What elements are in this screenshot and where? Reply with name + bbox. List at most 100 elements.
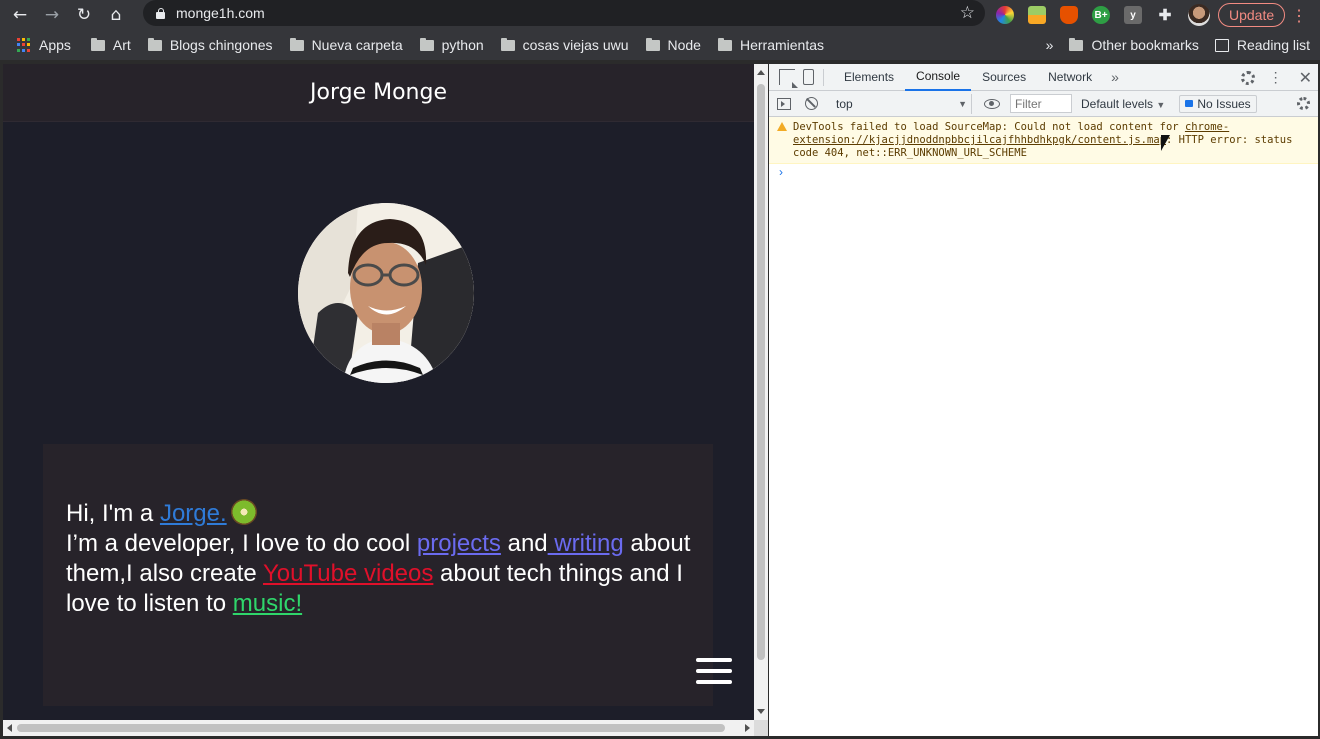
inspect-element-icon[interactable] [779,69,798,88]
notes-extension-icon[interactable] [1028,6,1046,24]
folder-icon [289,37,304,51]
warning-triangle-icon [777,122,787,131]
browser-menu-icon[interactable]: ⋮ [1291,6,1307,25]
folder-icon [500,37,515,51]
tab-label: Network [1048,70,1093,84]
tab-network[interactable]: Network [1037,64,1103,91]
console-sidebar-toggle-icon[interactable] [777,97,791,110]
scrollbar-corner [754,720,768,736]
intro-line2: I’m a developer, I love to do cool [66,530,417,557]
bookmark-herramientas[interactable]: Herramientas [717,37,824,53]
scroll-left-arrow-icon[interactable] [7,724,12,732]
url-text[interactable]: monge1h.com [176,5,265,21]
address-bar[interactable]: monge1h.com ☆ [143,0,985,26]
page-horizontal-scrollbar[interactable] [3,720,754,736]
issues-badge[interactable]: No Issues [1179,94,1257,113]
youtube-link[interactable]: YouTube videos [263,560,433,587]
reading-list-label: Reading list [1236,37,1310,53]
reading-list-icon [1214,38,1229,52]
devtools-menu-icon[interactable]: ⋮ [1269,69,1283,86]
bookmark-python[interactable]: python [419,37,484,53]
bookmark-apps[interactable]: Apps [17,37,71,53]
console-prompt[interactable]: › [769,164,1318,181]
chevron-down-icon: ▼ [1156,99,1166,110]
tab-label: Sources [982,70,1027,84]
hamburger-menu-icon[interactable] [696,658,732,684]
mouse-cursor-icon [1161,135,1170,151]
log-levels-label: Default levels [1081,96,1154,111]
scrollbar-thumb[interactable] [757,84,765,660]
folder-icon [147,37,162,51]
puzzle-extensions-icon[interactable]: ✚ [1156,6,1174,24]
profile-avatar[interactable] [1188,4,1210,26]
settings-gear-icon[interactable] [1240,70,1255,85]
reading-list-button[interactable]: Reading list [1199,37,1310,53]
console-filter-input[interactable] [1010,94,1072,113]
prompt-chevron-icon: › [779,165,783,179]
bookmark-label: python [441,37,484,53]
bookmark-star-icon[interactable]: ☆ [960,3,975,23]
extension-icons: B+ y ✚ Update ⋮ [996,3,1307,27]
color-extension-icon[interactable] [996,6,1014,24]
bookmark-label: Other bookmarks [1091,37,1199,53]
folder-icon [419,37,434,51]
update-button[interactable]: Update [1218,3,1286,27]
bookmarks-right: » Other bookmarks Reading list [1046,30,1310,60]
devtools-panel: Elements Console Sources Network » ⋮ ✕ t… [769,64,1318,736]
more-bookmarks-chevron-icon[interactable]: » [1046,37,1054,53]
bookmark-blogs-chingones[interactable]: Blogs chingones [147,37,273,53]
profile-photo-illustration [298,203,474,383]
bookmark-art[interactable]: Art [90,37,131,53]
intro-and: and [500,530,548,557]
page-vertical-scrollbar[interactable] [754,64,768,720]
metamask-fox-icon[interactable] [1060,6,1078,24]
context-value: top [836,96,853,111]
y-extension-icon[interactable]: y [1124,6,1142,24]
close-icon[interactable]: ✕ [1299,68,1312,88]
name-link[interactable]: Jorge. [160,500,227,527]
reload-icon[interactable]: ↻ [72,3,96,27]
profile-photo [298,203,474,383]
devtools-tab-bar: Elements Console Sources Network » ⋮ ✕ [769,64,1318,91]
bookmark-node[interactable]: Node [645,37,701,53]
folder-icon [717,37,732,51]
folder-icon [1069,37,1084,51]
scroll-up-arrow-icon[interactable] [757,70,765,75]
scroll-right-arrow-icon[interactable] [745,724,750,732]
site-header: Jorge Monge [3,64,754,122]
bookmark-other[interactable]: Other bookmarks [1069,37,1199,53]
log-levels-dropdown[interactable]: Default levels ▼ [1081,97,1165,111]
scrollbar-thumb[interactable] [17,724,725,732]
tab-elements[interactable]: Elements [833,64,905,91]
tab-console[interactable]: Console [905,64,972,91]
live-expression-eye-icon[interactable] [984,98,1000,109]
page-viewport: Jorge Monge Hi, I'm a Jorge. I’m a devel… [3,64,754,720]
folder-icon [645,37,660,51]
bookmark-label: Node [667,37,701,53]
clear-console-icon[interactable] [805,97,818,110]
more-tabs-chevron-icon[interactable]: » [1103,69,1127,85]
bookmark-label: Blogs chingones [169,37,273,53]
tab-sources[interactable]: Sources [971,64,1037,91]
bookmark-label: Art [112,37,131,53]
projects-link[interactable]: projects [417,530,501,557]
intro-text: Hi, I'm a Jorge. I’m a developer, I love… [66,494,696,619]
bookmark-cosas-viejas[interactable]: cosas viejas uwu [500,37,629,53]
music-link[interactable]: music! [233,590,302,617]
device-toolbar-icon[interactable] [803,69,814,85]
bookmark-label: Nueva carpeta [311,37,403,53]
apps-grid-icon [17,38,31,52]
forward-arrow-icon[interactable]: → [40,3,64,27]
writing-link[interactable]: writing [548,530,623,557]
browser-toolbar: ← → ↻ ⌂ monge1h.com ☆ B+ y ✚ Update ⋮ [0,0,1320,30]
bookmark-label: cosas viejas uwu [522,37,629,53]
console-settings-gear-icon[interactable] [1297,97,1310,110]
home-icon[interactable]: ⌂ [104,3,128,27]
site-title: Jorge Monge [310,80,447,105]
bplus-extension-icon[interactable]: B+ [1092,6,1110,24]
back-arrow-icon[interactable]: ← [8,3,32,27]
bookmark-nueva-carpeta[interactable]: Nueva carpeta [289,37,403,53]
console-toolbar: top ▼ Default levels ▼ No Issues [769,91,1318,117]
scroll-down-arrow-icon[interactable] [757,709,765,714]
context-selector[interactable]: top ▼ [832,93,972,114]
